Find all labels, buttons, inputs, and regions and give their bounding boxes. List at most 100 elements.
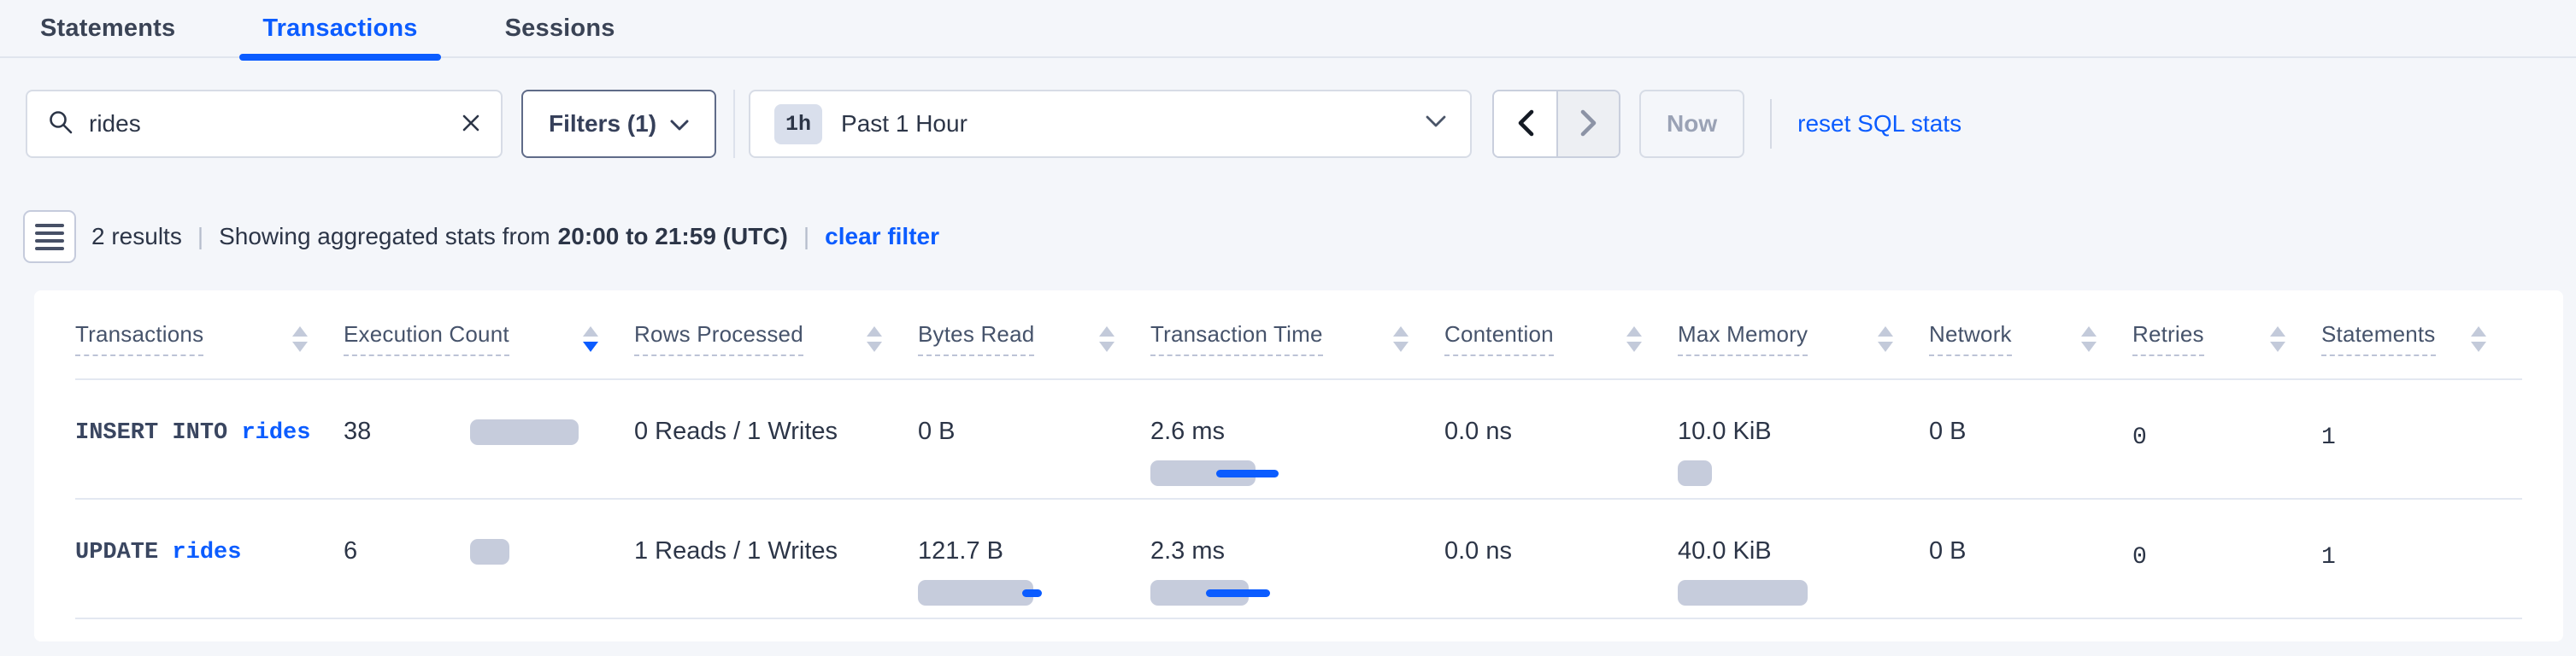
retries-cell: 0 (2132, 379, 2321, 499)
sort-arrows-icon[interactable] (2081, 326, 2097, 352)
toolbar-divider (733, 90, 735, 158)
statements-value: 1 (2321, 537, 2336, 571)
execution-count-cell: 38 (344, 379, 634, 499)
column-header-bytes-read[interactable]: Bytes Read (918, 290, 1150, 379)
transaction-fingerprint-cell: INSERT INTO rides (75, 379, 344, 499)
sort-arrows-icon[interactable] (583, 326, 598, 352)
tab-label: Sessions (505, 15, 615, 43)
tab-statements[interactable]: Statements (17, 0, 198, 56)
column-header-label: Contention (1444, 321, 1554, 356)
column-header-contention[interactable]: Contention (1444, 290, 1678, 379)
column-header-execution-count[interactable]: Execution Count (344, 290, 634, 379)
transaction-time-value: 2.3 ms (1150, 537, 1225, 565)
bytes-read-value: 121.7 B (918, 537, 1003, 565)
retries-value: 0 (2132, 418, 2147, 451)
column-header-transactions[interactable]: Transactions (75, 290, 344, 379)
toolbar: Filters (1) 1h Past 1 Hour Now reset SQL… (26, 90, 2550, 158)
reset-sql-stats-link[interactable]: reset SQL stats (1797, 110, 1961, 138)
sql-statement-text: INSERT INTO (75, 420, 227, 446)
retries-value: 0 (2132, 537, 2147, 571)
tab-transactions[interactable]: Transactions (239, 0, 440, 56)
transactions-table-card: Transactions Execution Count Rows Proces… (34, 290, 2563, 641)
column-header-network[interactable]: Network (1929, 290, 2132, 379)
clear-filter-link[interactable]: clear filter (825, 223, 939, 250)
transactions-table: Transactions Execution Count Rows Proces… (75, 290, 2522, 619)
sql-statement-text: UPDATE (75, 540, 158, 565)
filters-button[interactable]: Filters (1) (521, 90, 716, 158)
column-header-label: Statements (2321, 321, 2436, 356)
statements-value: 1 (2321, 418, 2336, 451)
sort-arrows-icon[interactable] (1878, 326, 1893, 352)
filters-button-label: Filters (1) (549, 110, 656, 138)
time-range-label: Past 1 Hour (841, 110, 1407, 138)
bytes-read-value: 0 B (918, 418, 956, 445)
tab-sessions[interactable]: Sessions (482, 0, 638, 56)
sql-activity-tabs: Statements Transactions Sessions (0, 0, 2576, 58)
transaction-time-stddev-bar (1206, 589, 1270, 597)
sort-arrows-icon[interactable] (1393, 326, 1409, 352)
column-header-label: Transactions (75, 321, 203, 356)
column-selector-button[interactable] (23, 210, 76, 263)
table-row: UPDATE rides 6 1 Reads / 1 Writes 121.7 … (75, 499, 2522, 618)
separator: | (803, 223, 809, 250)
column-header-label: Transaction Time (1150, 321, 1323, 356)
network-cell: 0 B (1929, 379, 2132, 499)
chevron-down-icon (670, 110, 689, 138)
transaction-link[interactable]: rides (241, 420, 310, 446)
column-header-transaction-time[interactable]: Transaction Time (1150, 290, 1444, 379)
tab-label: Statements (40, 15, 175, 43)
sort-arrows-icon[interactable] (2270, 326, 2285, 352)
statements-cell: 1 (2321, 379, 2522, 499)
search-input[interactable] (89, 110, 446, 138)
bytes-read-cell: 0 B (918, 379, 1150, 499)
search-icon (48, 109, 74, 139)
chevron-down-icon (1426, 115, 1446, 132)
column-header-statements[interactable]: Statements (2321, 290, 2522, 379)
retries-cell: 0 (2132, 499, 2321, 618)
sort-arrows-icon[interactable] (2471, 326, 2486, 352)
menu-lines-icon (34, 220, 65, 254)
contention-cell: 0.0 ns (1444, 379, 1678, 499)
bytes-read-stddev-bar (1022, 589, 1042, 597)
column-header-label: Network (1929, 321, 2012, 356)
sort-arrows-icon[interactable] (867, 326, 882, 352)
table-row: INSERT INTO rides 38 0 Reads / 1 Writes … (75, 379, 2522, 499)
max-memory-value: 40.0 KiB (1678, 537, 1772, 565)
max-memory-cell: 10.0 KiB (1678, 379, 1929, 499)
next-interval-button[interactable] (1556, 91, 1619, 156)
clear-search-button[interactable] (462, 114, 480, 135)
max-memory-cell: 40.0 KiB (1678, 499, 1929, 618)
bytes-read-bar (918, 580, 1033, 606)
sort-arrows-icon[interactable] (1626, 326, 1642, 352)
column-header-rows-processed[interactable]: Rows Processed (634, 290, 918, 379)
table-header-row: Transactions Execution Count Rows Proces… (75, 290, 2522, 379)
execution-count-bar (470, 419, 579, 445)
execution-count-value: 6 (344, 537, 470, 565)
execution-count-bar (470, 539, 509, 565)
network-cell: 0 B (1929, 499, 2132, 618)
aggregation-window-range: 20:00 to 21:59 (UTC) (558, 223, 788, 250)
contention-cell: 0.0 ns (1444, 499, 1678, 618)
sort-arrows-icon[interactable] (1099, 326, 1115, 352)
column-header-label: Max Memory (1678, 321, 1808, 356)
transaction-fingerprint-cell: UPDATE rides (75, 499, 344, 618)
now-button[interactable]: Now (1639, 90, 1744, 158)
column-header-retries[interactable]: Retries (2132, 290, 2321, 379)
column-header-label: Bytes Read (918, 321, 1034, 356)
chevron-left-icon (1516, 109, 1535, 139)
transaction-time-cell: 2.6 ms (1150, 379, 1444, 499)
max-memory-value: 10.0 KiB (1678, 418, 1772, 445)
transaction-time-cell: 2.3 ms (1150, 499, 1444, 618)
transaction-link[interactable]: rides (172, 540, 241, 565)
rows-processed-cell: 1 Reads / 1 Writes (634, 499, 918, 618)
search-box[interactable] (26, 90, 503, 158)
separator: | (197, 223, 203, 250)
statements-cell: 1 (2321, 499, 2522, 618)
sort-arrows-icon[interactable] (292, 326, 308, 352)
aggregation-window-prefix: Showing aggregated stats from (219, 223, 550, 250)
previous-interval-button[interactable] (1494, 91, 1556, 156)
tab-label: Transactions (262, 15, 417, 43)
max-memory-bar (1678, 460, 1712, 486)
time-range-picker[interactable]: 1h Past 1 Hour (749, 90, 1472, 158)
column-header-max-memory[interactable]: Max Memory (1678, 290, 1929, 379)
